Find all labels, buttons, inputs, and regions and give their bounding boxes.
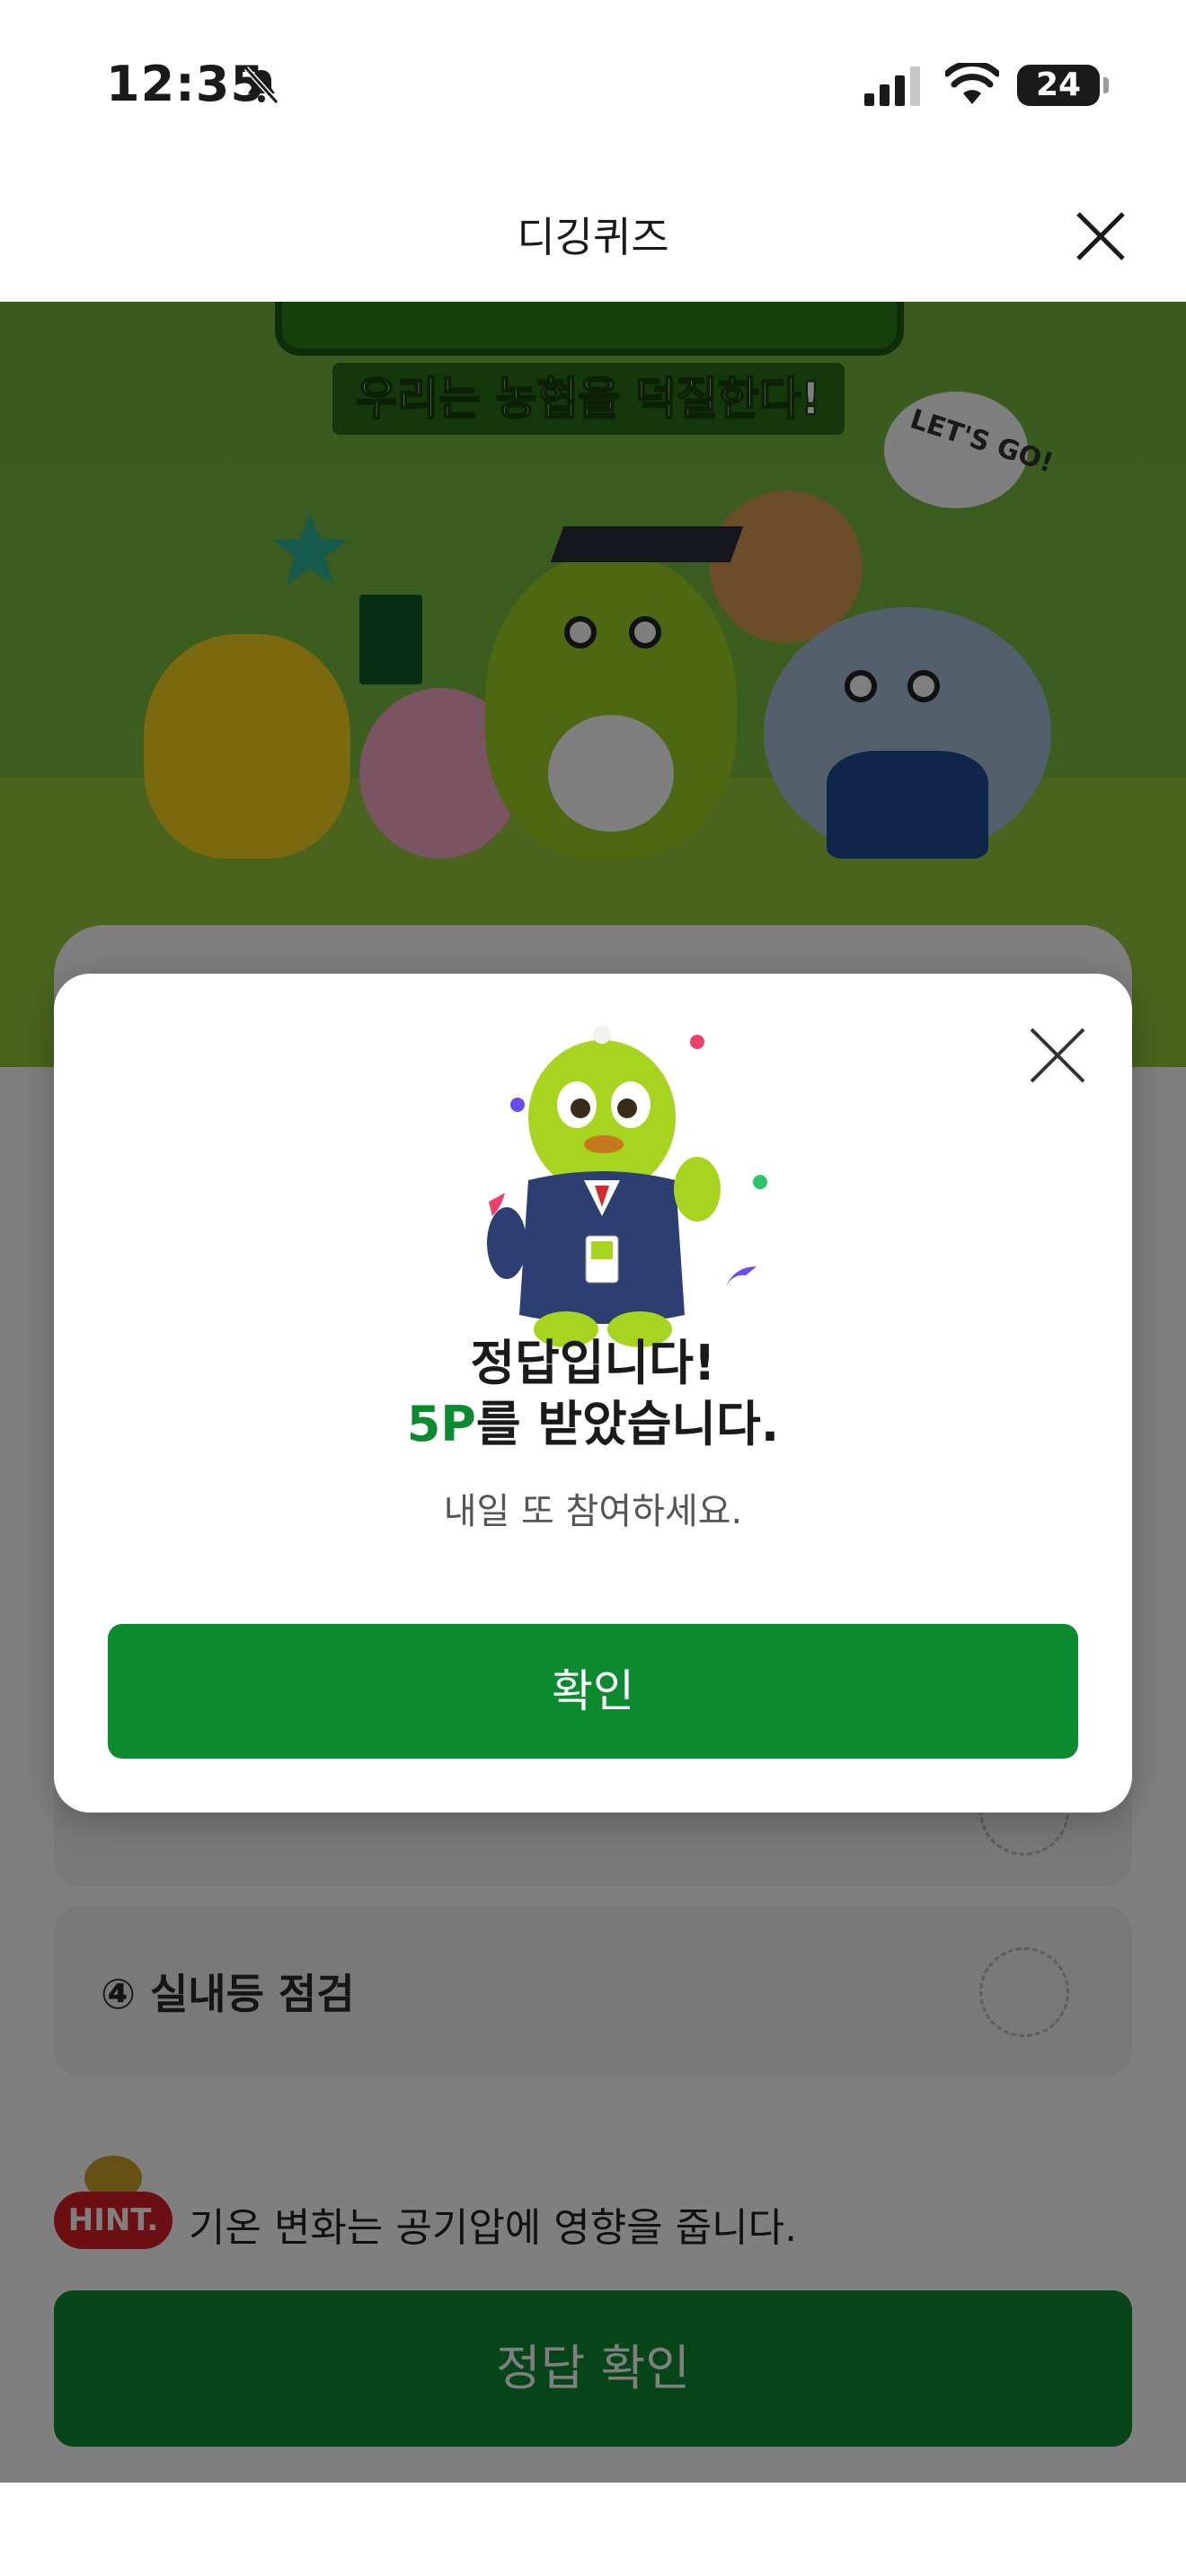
result-modal: 정답입니다! 5P를 받았습니다. 내일 또 참여하세요. 확인 [54, 974, 1132, 1813]
bell-slash-icon [243, 66, 279, 105]
status-bar: 12:35 24 [0, 0, 1186, 171]
confirm-button[interactable]: 확인 [108, 1624, 1078, 1759]
signal-icon [864, 66, 920, 106]
wifi-icon [945, 63, 999, 104]
modal-title-line2-text: 를 받았습니다. [475, 1396, 780, 1452]
points-earned: 5P [406, 1396, 476, 1452]
battery-cap [1103, 77, 1109, 93]
modal-subtitle: 내일 또 참여하세요. [443, 1491, 743, 1532]
battery-icon: 24 [1017, 65, 1100, 106]
modal-title-line1: 정답입니다! [470, 1335, 716, 1391]
close-icon[interactable] [1069, 205, 1132, 268]
bottom-safe-area [0, 2483, 1186, 2576]
nav-header: 디깅퀴즈 [0, 171, 1186, 302]
page-title: 디깅퀴즈 [517, 213, 669, 261]
modal-title: 정답입니다! 5P를 받았습니다. [54, 1333, 1132, 1455]
close-icon[interactable] [1024, 1022, 1091, 1089]
modal-title-line2: 5P를 받았습니다. [54, 1394, 1132, 1455]
